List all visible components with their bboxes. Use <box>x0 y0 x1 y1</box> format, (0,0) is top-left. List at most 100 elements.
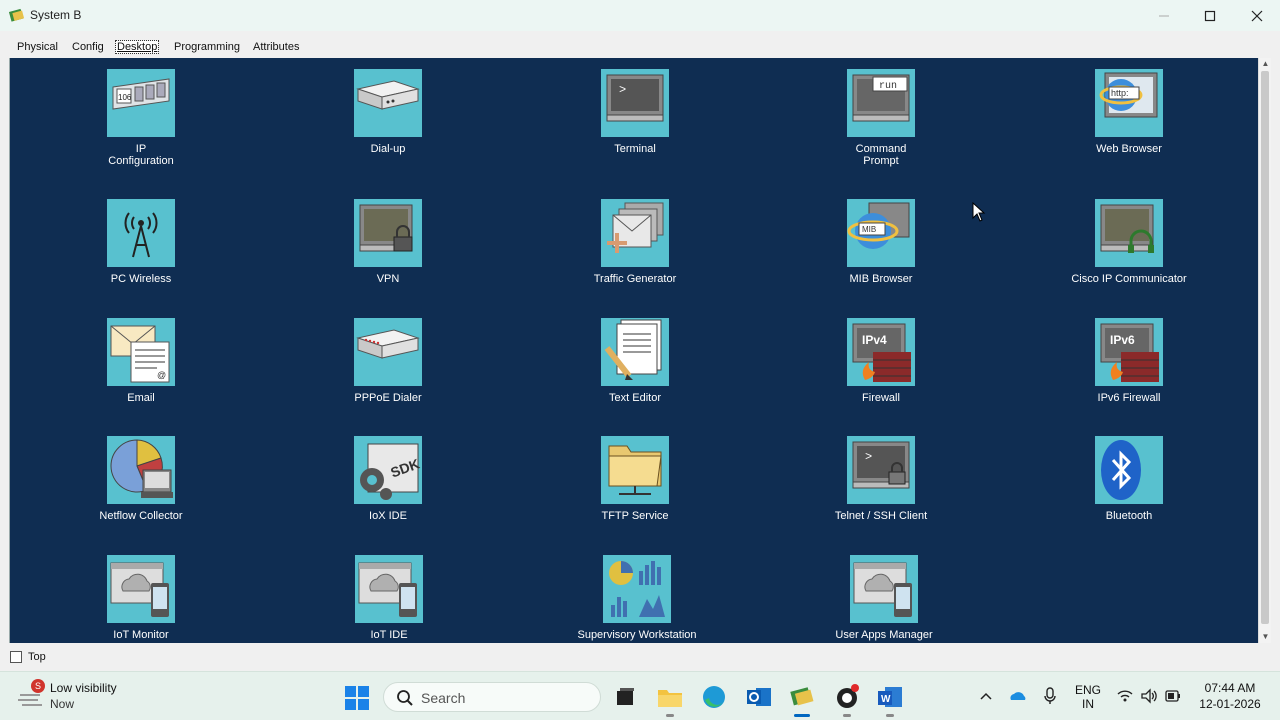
taskbar-file-explorer[interactable] <box>655 682 685 712</box>
taskbar-edge[interactable] <box>699 682 729 712</box>
app-label: Supervisory Workstation <box>577 629 697 641</box>
maximize-icon <box>1204 10 1216 21</box>
web-browser-icon: http: <box>1095 69 1163 137</box>
battery-icon[interactable] <box>1164 684 1182 708</box>
tab-attributes[interactable]: Attributes <box>252 41 300 53</box>
svg-text:>: > <box>619 83 626 97</box>
input-language[interactable]: ENG IN <box>1072 683 1104 711</box>
vertical-scrollbar[interactable]: ▲ ▼ <box>1258 58 1271 643</box>
svg-text:http:: http: <box>1111 88 1129 98</box>
command-prompt-icon: run <box>847 69 915 137</box>
running-indicator <box>886 714 894 717</box>
taskbar-outlook[interactable] <box>744 682 774 712</box>
app-traffic-generator[interactable]: Traffic Generator <box>555 199 715 285</box>
app-label: PPPoE Dialer <box>354 392 422 404</box>
wifi-icon[interactable] <box>1116 684 1134 708</box>
app-label: IoT IDE <box>370 629 408 641</box>
title-bar: System B <box>0 0 1280 31</box>
taskbar-search[interactable]: Search <box>383 682 601 712</box>
app-netflow-collector[interactable]: Netflow Collector <box>61 436 221 522</box>
desktop-panel: 106 IP Configuration Dial-up > Terminal … <box>9 58 1258 643</box>
terminal-icon: > <box>601 69 669 137</box>
app-iot-monitor[interactable]: IoT Monitor <box>61 555 221 641</box>
clock-time: 07:44 AM <box>1204 681 1256 695</box>
active-indicator <box>794 714 810 717</box>
word-icon: W <box>878 687 902 707</box>
app-terminal[interactable]: > Terminal <box>555 69 715 155</box>
vpn-icon <box>354 199 422 267</box>
app-label: IPv6 Firewall <box>1097 392 1161 404</box>
app-vpn[interactable]: VPN <box>308 199 468 285</box>
app-tftp-service[interactable]: TFTP Service <box>555 436 715 522</box>
app-label: MIB Browser <box>849 273 913 285</box>
app-text-editor[interactable]: Text Editor <box>555 318 715 404</box>
app-pc-wireless[interactable]: PC Wireless <box>61 199 221 285</box>
app-label: TFTP Service <box>601 510 669 522</box>
app-mib-browser[interactable]: MIB MIB Browser <box>801 199 961 285</box>
app-telnet-ssh-client[interactable]: > Telnet / SSH Client <box>801 436 961 522</box>
app-label: Netflow Collector <box>99 510 183 522</box>
weather-widget[interactable]: S Low visibility Now <box>16 679 156 715</box>
clock[interactable]: 07:44 AM 12-01-2026 <box>1192 681 1268 711</box>
app-orb-icon <box>837 684 859 708</box>
svg-text:W: W <box>881 694 891 705</box>
tab-bar: Physical Config Desktop Programming Attr… <box>0 31 1280 58</box>
pc-wireless-icon <box>107 199 175 267</box>
app-command-prompt[interactable]: run Command Prompt <box>801 69 961 167</box>
task-view-icon <box>617 688 634 705</box>
taskbar-app-generic[interactable] <box>833 682 863 712</box>
app-label: Web Browser <box>1096 143 1162 155</box>
app-pppoe-dialer[interactable]: PPPoE Dialer <box>308 318 468 404</box>
app-ip-configuration[interactable]: 106 IP Configuration <box>61 69 221 167</box>
chevron-up-icon[interactable] <box>978 684 994 708</box>
taskbar-packet-tracer[interactable] <box>787 682 817 712</box>
packet-tracer-icon <box>790 687 814 706</box>
microphone-icon[interactable] <box>1042 684 1058 708</box>
app-label: Dial-up <box>370 143 406 155</box>
tab-physical[interactable]: Physical <box>16 41 59 53</box>
volume-icon[interactable] <box>1140 684 1158 708</box>
app-iot-ide[interactable]: IoT IDE <box>309 555 469 641</box>
close-button[interactable] <box>1234 0 1280 31</box>
app-label: Firewall <box>862 392 900 404</box>
app-user-apps-manager[interactable]: User Apps Manager <box>804 555 964 641</box>
app-email[interactable]: @ Email <box>61 318 221 404</box>
pppoe-dialer-icon <box>354 318 422 386</box>
taskbar-word[interactable]: W <box>875 682 905 712</box>
tab-desktop[interactable]: Desktop <box>114 40 160 54</box>
bottom-bar: Top <box>0 643 1280 671</box>
app-dial-up[interactable]: Dial-up <box>308 69 468 155</box>
clock-date: 12-01-2026 <box>1199 697 1261 711</box>
minimize-button[interactable] <box>1141 0 1187 31</box>
windows-start-icon[interactable] <box>344 685 370 711</box>
dialup-icon <box>354 69 422 137</box>
onedrive-icon[interactable] <box>1008 684 1028 708</box>
ipv6-firewall-icon: IPv6 <box>1095 318 1163 386</box>
app-supervisory-workstation[interactable]: Supervisory Workstation <box>557 555 717 641</box>
traffic-generator-icon <box>601 199 669 267</box>
scroll-down-arrow-icon[interactable]: ▼ <box>1261 632 1270 641</box>
svg-text:MIB: MIB <box>862 225 876 234</box>
scroll-up-arrow-icon[interactable]: ▲ <box>1261 59 1270 68</box>
app-cisco-ip-communicator[interactable]: Cisco IP Communicator <box>1049 199 1209 285</box>
top-checkbox[interactable] <box>10 651 22 663</box>
weather-title: Low visibility <box>50 681 117 695</box>
app-bluetooth[interactable]: Bluetooth <box>1049 436 1209 522</box>
tab-programming[interactable]: Programming <box>173 41 241 53</box>
maximize-button[interactable] <box>1187 0 1233 31</box>
app-label: Command Prompt <box>855 143 907 167</box>
telnet-ssh-icon: > <box>847 436 915 504</box>
taskbar-task-view[interactable] <box>610 682 640 712</box>
iot-monitor-icon <box>107 555 175 623</box>
weather-subtitle: Now <box>50 697 75 711</box>
close-icon <box>1251 10 1263 21</box>
app-web-browser[interactable]: http: Web Browser <box>1049 69 1209 155</box>
app-firewall[interactable]: IPv4 Firewall <box>801 318 961 404</box>
app-label: Bluetooth <box>1105 510 1153 522</box>
app-iox-ide[interactable]: SDK IoX IDE <box>308 436 468 522</box>
app-ipv6-firewall[interactable]: IPv6 IPv6 Firewall <box>1049 318 1209 404</box>
mib-browser-icon: MIB <box>847 199 915 267</box>
scroll-thumb[interactable] <box>1261 71 1269 624</box>
netflow-collector-icon <box>107 436 175 504</box>
tab-config[interactable]: Config <box>71 41 105 53</box>
